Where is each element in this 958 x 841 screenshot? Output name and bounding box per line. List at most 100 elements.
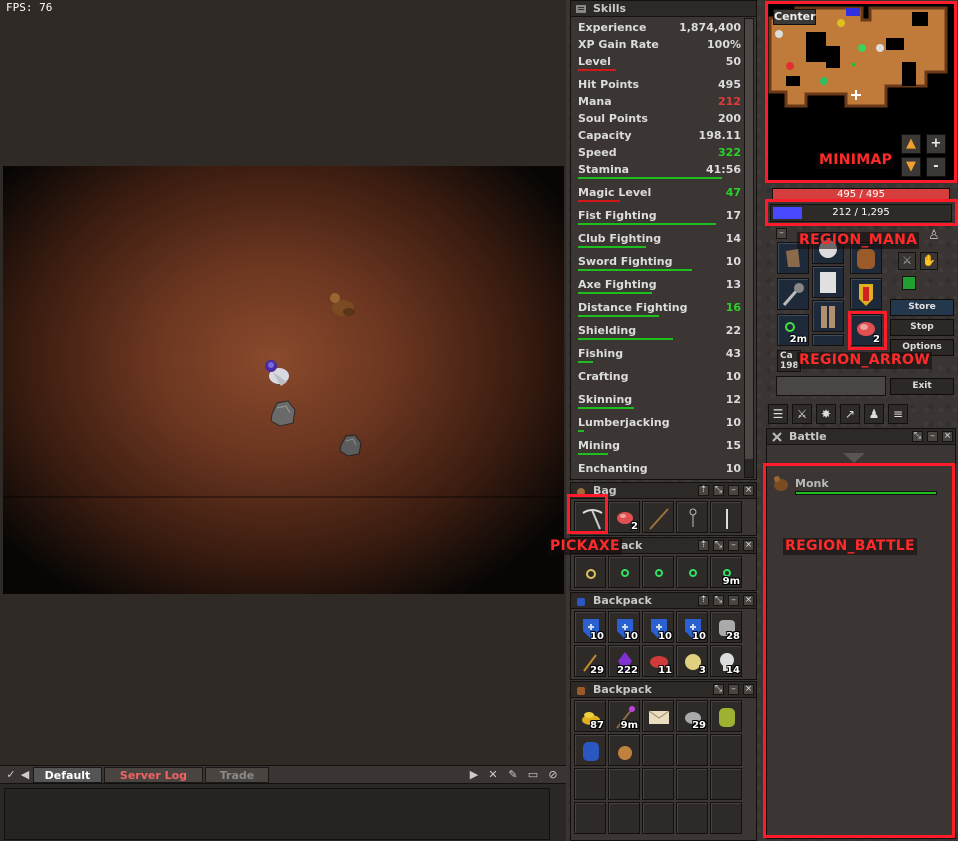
container-slot[interactable]: 11	[642, 645, 674, 677]
parent-container-button[interactable]: ⇡	[698, 595, 709, 606]
boots-slot[interactable]	[812, 334, 844, 346]
container-slot[interactable]: 10	[642, 611, 674, 643]
minimize-button[interactable]: –	[728, 540, 739, 551]
skill-row[interactable]: Axe Fighting 13	[578, 278, 741, 301]
container-slot[interactable]	[574, 768, 606, 800]
tab-server-log[interactable]: Server Log	[104, 767, 203, 783]
vip-toggle-icon[interactable]: ♟	[864, 404, 884, 424]
container-slot[interactable]: 222	[608, 645, 640, 677]
container-slot[interactable]	[676, 802, 708, 834]
container-slot[interactable]	[676, 734, 708, 766]
close-button[interactable]: ×	[743, 595, 754, 606]
game-world-view[interactable]: FPS: 76	[0, 0, 566, 765]
battle-entry[interactable]: Monk	[771, 473, 941, 503]
close-button[interactable]: ×	[743, 485, 754, 496]
armor-slot[interactable]	[812, 266, 844, 298]
resize-icon[interactable]: ⤡	[713, 684, 724, 695]
skills-scrollbar[interactable]	[744, 18, 754, 478]
resize-icon[interactable]: ⤡	[713, 485, 724, 496]
player-character[interactable]	[261, 356, 295, 388]
stone-rock[interactable]	[338, 432, 364, 458]
container-slot[interactable]	[710, 501, 742, 533]
container-slot[interactable]: 9m	[608, 700, 640, 732]
close-button[interactable]: ×	[942, 431, 953, 442]
scroll-thumb[interactable]	[745, 19, 753, 459]
zoom-in-button[interactable]: +	[926, 134, 946, 154]
ignore-icon[interactable]: ⊘	[546, 768, 560, 782]
battle-toggle-icon[interactable]: ⚔	[792, 404, 812, 424]
resize-icon[interactable]: ⤡	[912, 431, 923, 442]
ring-slot[interactable]: 2m	[777, 314, 809, 346]
store-button[interactable]: Store	[890, 299, 954, 316]
container-slot[interactable]	[642, 768, 674, 800]
analytics-toggle-icon[interactable]: ↗	[840, 404, 860, 424]
container-slot[interactable]: 87	[574, 700, 606, 732]
container-slot[interactable]	[608, 734, 640, 766]
container-slot[interactable]	[676, 501, 708, 533]
container-slot[interactable]	[642, 700, 674, 732]
skill-row[interactable]: Distance Fighting 16	[578, 301, 741, 324]
skill-row[interactable]: Magic Level 47	[578, 186, 741, 209]
tab-left-arrow-icon[interactable]: ◀	[18, 768, 32, 782]
skill-row[interactable]: Club Fighting 14	[578, 232, 741, 255]
stop-button[interactable]: Stop	[890, 319, 954, 336]
container-slot[interactable]	[574, 556, 606, 588]
container-slot[interactable]	[642, 802, 674, 834]
resize-icon[interactable]: ⤡	[713, 540, 724, 551]
stand-icon[interactable]: ♙	[928, 228, 942, 246]
stone-rock[interactable]	[268, 398, 298, 428]
exit-button[interactable]: Exit	[890, 378, 954, 395]
skill-row[interactable]: Level 50	[578, 55, 741, 78]
minimize-button[interactable]: –	[728, 485, 739, 496]
container-slot[interactable]	[710, 734, 742, 766]
skill-row[interactable]: Stamina 41:56	[578, 163, 741, 186]
skill-row[interactable]: Lumberjacking 10	[578, 416, 741, 439]
container-slot[interactable]	[574, 802, 606, 834]
container-slot[interactable]	[710, 802, 742, 834]
resize-icon[interactable]: ⤡	[713, 595, 724, 606]
edit-icon[interactable]: ✎	[506, 768, 520, 782]
container-slot[interactable]: 10	[574, 611, 606, 643]
skill-row[interactable]: Fist Fighting 17	[578, 209, 741, 232]
container-slot[interactable]	[642, 501, 674, 533]
container-slot[interactable]: 14	[710, 645, 742, 677]
minimap-center-button[interactable]: Center	[773, 9, 816, 25]
container-slot[interactable]	[608, 768, 640, 800]
checkmark-icon[interactable]: ✓	[4, 768, 18, 782]
container-slot[interactable]	[710, 700, 742, 732]
container-slot[interactable]	[642, 556, 674, 588]
attack-mode-icon[interactable]: ⚔	[898, 252, 916, 270]
window-icon[interactable]: ▭	[526, 768, 540, 782]
container-slot[interactable]	[642, 734, 674, 766]
container-slot[interactable]: 9m	[710, 556, 742, 588]
tab-right-arrow-icon[interactable]: ▶	[467, 768, 481, 782]
container-slot[interactable]: 3	[676, 645, 708, 677]
spells-toggle-icon[interactable]: ✸	[816, 404, 836, 424]
minimize-button[interactable]: –	[728, 684, 739, 695]
tab-default[interactable]: Default	[33, 767, 102, 783]
container-slot[interactable]: 10	[608, 611, 640, 643]
tab-trade[interactable]: Trade	[205, 767, 269, 783]
legs-slot[interactable]	[812, 300, 844, 332]
skill-row[interactable]: Crafting 10	[578, 370, 741, 393]
container-slot[interactable]	[710, 768, 742, 800]
battle-sort-arrow-icon[interactable]	[843, 453, 865, 463]
menu-toggle-icon[interactable]: ≡	[888, 404, 908, 424]
skill-row[interactable]: Fishing 43	[578, 347, 741, 370]
container-slot[interactable]: 10	[676, 611, 708, 643]
skills-toggle-icon[interactable]: ☰	[768, 404, 788, 424]
minimize-button[interactable]: –	[776, 228, 787, 239]
pvp-shield-icon[interactable]	[902, 276, 916, 290]
parent-container-button[interactable]: ⇡	[698, 485, 709, 496]
floor-up-arrow-icon[interactable]: ▲	[901, 134, 921, 154]
container-slot[interactable]: 29	[574, 645, 606, 677]
zoom-out-button[interactable]: -	[926, 157, 946, 177]
skill-row[interactable]: Skinning 12	[578, 393, 741, 416]
shield-slot[interactable]	[850, 278, 882, 310]
container-slot[interactable]	[574, 734, 606, 766]
skill-row[interactable]: Sword Fighting 10	[578, 255, 741, 278]
map-viewport[interactable]	[3, 166, 564, 594]
arrow-slot[interactable]: 2	[850, 314, 882, 346]
container-slot[interactable]: 29	[676, 700, 708, 732]
skill-row[interactable]: Mining 15	[578, 439, 741, 462]
